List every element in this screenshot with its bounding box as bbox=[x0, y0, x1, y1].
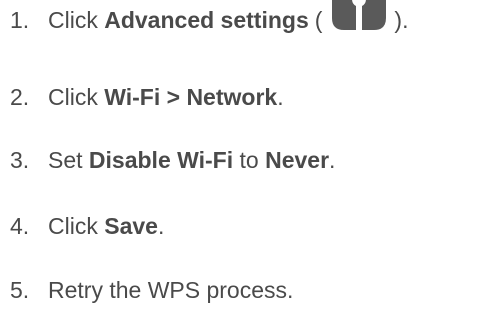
step-text: Retry the WPS process. bbox=[48, 277, 294, 303]
instruction-steps: 1. Click Advanced settings( ). 2. Click … bbox=[0, 0, 498, 310]
step-number: 2. bbox=[10, 84, 30, 110]
step-verb: Click bbox=[48, 84, 98, 110]
save-label: Save bbox=[104, 213, 158, 239]
step-number: 4. bbox=[10, 213, 30, 239]
open-paren: ( bbox=[314, 7, 323, 33]
step-verb: Set bbox=[48, 147, 83, 173]
step-2: 2. Click Wi-Fi > Network. bbox=[10, 77, 284, 117]
step-end: . bbox=[157, 213, 165, 239]
step-middle: to bbox=[239, 147, 259, 173]
step-number: 1. bbox=[10, 7, 30, 33]
step-number: 5. bbox=[10, 277, 30, 303]
wrench-settings-icon bbox=[326, 0, 392, 30]
advanced-settings-label: Advanced settings bbox=[104, 7, 309, 33]
step-4: 4. Click Save. bbox=[10, 206, 164, 246]
close-paren: ). bbox=[394, 7, 409, 33]
step-end: . bbox=[277, 84, 284, 110]
never-value: Never bbox=[265, 147, 330, 173]
step-number: 3. bbox=[10, 147, 30, 173]
disable-wifi-label: Disable Wi-Fi bbox=[88, 147, 234, 173]
step-3: 3. Set Disable Wi-Fi to Never. bbox=[10, 140, 335, 180]
step-end: . bbox=[329, 147, 336, 173]
wifi-network-label: Wi-Fi > Network bbox=[104, 84, 278, 110]
step-verb: Click bbox=[48, 7, 98, 33]
step-5: 5. Retry the WPS process. bbox=[10, 270, 293, 310]
step-1: 1. Click Advanced settings( ). bbox=[10, 0, 408, 40]
step-verb: Click bbox=[48, 213, 98, 239]
